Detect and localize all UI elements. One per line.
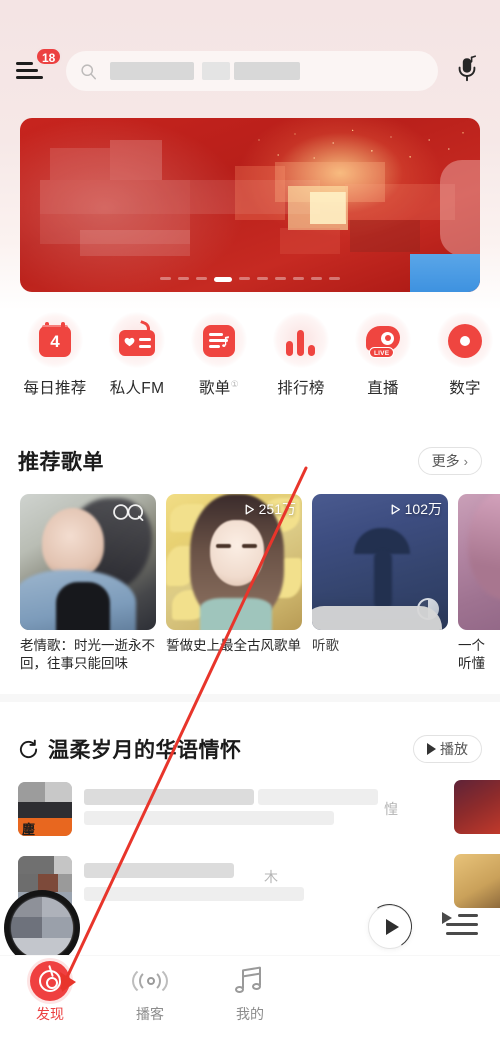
live-icon[interactable]: LIVE [355,312,411,368]
playlist-cover[interactable] [20,494,156,630]
category-shortcut-row[interactable]: 4 每日推荐 私人FM 歌单① 排行榜 LIVE 直播 数字 [0,312,500,418]
netease-logo-icon[interactable] [29,960,71,1002]
playlist-queue-button[interactable] [442,912,478,942]
feed-title: 温柔岁月的华语情怀 [48,739,242,762]
digital-album-icon[interactable] [437,312,493,368]
promo-banner[interactable] [20,118,480,292]
category-label: 直播 [367,380,399,397]
section-divider [0,694,500,702]
play-count-icon [391,503,400,515]
category-label: 数字 [449,380,481,397]
tab-podcast[interactable]: 播客 [100,960,200,1024]
mini-player-cover-redacted [11,897,73,959]
play-count-icon [245,503,254,515]
category-private-fm[interactable]: 私人FM [96,312,178,398]
tab-discover[interactable]: 发现 [0,960,100,1024]
playlist-title: 老情歌：时光一逝永不回，往事只能回味 [20,638,155,671]
play-all-label: 播放 [440,741,468,757]
play-icon [427,743,436,755]
playlist-card[interactable]: 一个 听懂 [458,494,500,684]
category-digital-album[interactable]: 数字 [424,312,500,398]
song-info: 木 [84,861,456,905]
podcast-icon[interactable] [129,960,171,1002]
recommended-section-header: 推荐歌单 更多 › [0,444,500,478]
playlist-card[interactable]: 老情歌：时光一逝永不回，往事只能回味 [20,494,156,684]
search-icon [80,63,97,80]
category-live[interactable]: LIVE 直播 [342,312,424,398]
songlist-icon[interactable] [191,312,247,368]
song-cover[interactable]: 麈 [18,782,72,836]
playlist-title: 听歌 [312,638,339,653]
carousel-dot-active [214,277,232,282]
category-label: 排行榜 [277,380,325,397]
mini-player-play-button[interactable] [363,900,417,954]
bottom-tab-bar[interactable]: 发现 播客 我的 [0,955,500,1039]
playlist-card[interactable]: 102万 听歌 [312,494,448,684]
bar-chart-icon[interactable] [273,312,329,368]
more-label: 更多 [431,453,460,469]
search-placeholder-redacted [106,62,424,80]
banner-carousel-dots[interactable] [20,277,480,282]
category-label: 歌单① [199,378,239,397]
app-root: 18 4 每日推荐 私人FM 歌单① 排行榜 LIVE 直播 数字 推荐歌单 更… [0,0,500,1039]
microphone-icon [454,54,480,88]
menu-button[interactable]: 18 [16,47,63,90]
calendar-day-number: 4 [50,331,60,351]
category-playlist[interactable]: 歌单① [178,312,260,398]
playlist-card[interactable]: 251万 誓做史上最全古风歌单 [166,494,302,684]
category-label: 私人FM [109,380,165,397]
calendar-icon[interactable]: 4 [27,312,83,368]
refresh-icon[interactable] [18,739,39,760]
play-count-badge: 102万 [389,499,442,519]
tab-label: 我的 [236,1006,264,1022]
voice-search-button[interactable] [450,54,484,88]
category-label: 每日推荐 [23,380,87,397]
radio-icon[interactable] [109,312,165,368]
category-daily-recommend[interactable]: 4 每日推荐 [14,312,96,398]
tab-label: 发现 [36,1006,64,1022]
song-side-thumbnail [454,780,500,834]
song-info: 惶 [84,787,456,831]
playlist-title: 誓做史上最全古风歌单 [166,638,301,653]
banner-sparkle-decoration [235,122,475,182]
app-header: 18 [0,44,500,98]
infinity-icon [111,503,147,526]
feed-section-header: 温柔岁月的华语情怀 播放 [0,732,500,766]
list-item[interactable]: 麈 惶 [0,772,500,846]
visible-character: 木 [264,869,278,885]
banner-side-figure [440,160,480,256]
page-title: 推荐歌单 [18,451,104,474]
playlist-superscript: ① [230,378,239,389]
song-side-thumbnail [454,854,500,908]
search-input[interactable] [66,51,438,91]
playlist-cover[interactable]: 251万 [166,494,302,630]
more-button[interactable]: 更多 › [417,447,482,475]
recommended-playlist-carousel[interactable]: 老情歌：时光一逝永不回，往事只能回味 251万 誓做史上最全古风歌单 102万 … [0,494,500,684]
play-all-button[interactable]: 播放 [413,735,482,763]
playlist-title: 一个 听懂 [458,638,485,671]
play-count-badge: 251万 [243,499,296,519]
chevron-right-icon: › [463,453,468,469]
tab-label: 播客 [136,1006,164,1022]
visible-character: 惶 [384,801,398,817]
music-note-icon[interactable] [229,960,271,1002]
live-tag: LIVE [369,346,395,358]
playlist-cover[interactable] [458,494,500,630]
playlist-cover[interactable]: 102万 [312,494,448,630]
banner-corner-graphic [410,254,480,292]
category-ranking[interactable]: 排行榜 [260,312,342,398]
tab-mine[interactable]: 我的 [200,960,300,1024]
menu-badge: 18 [35,47,63,66]
